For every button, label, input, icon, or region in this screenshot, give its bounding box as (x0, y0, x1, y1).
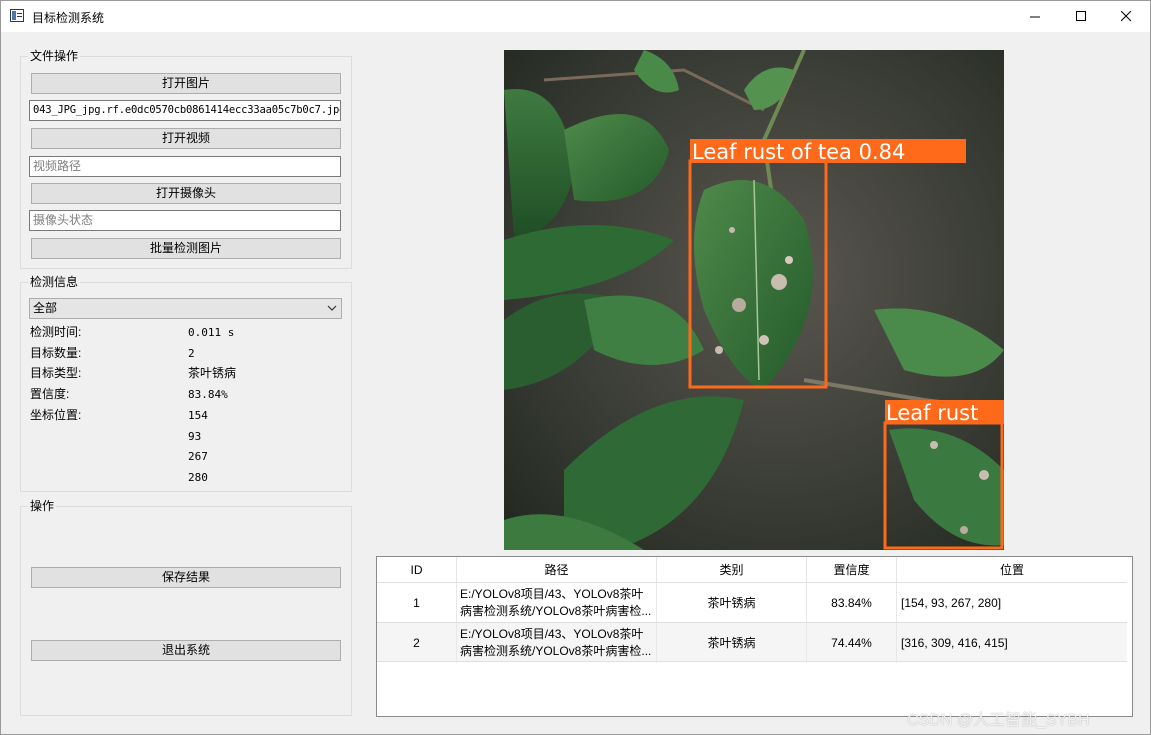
app-icon (10, 9, 24, 22)
col-header-id[interactable]: ID (377, 557, 457, 583)
ymax-value: 280 (188, 471, 208, 484)
detection-image-canvas: Leaf rust of tea 0.84 Leaf rust (504, 50, 1004, 550)
col-header-path[interactable]: 路径 (457, 557, 657, 583)
position-label: 坐标位置: (30, 408, 82, 422)
cell-confidence: 74.44% (807, 623, 897, 663)
detection-image: Leaf rust of tea 0.84 Leaf rust (504, 50, 1004, 550)
type-value: 茶叶锈病 (188, 366, 237, 380)
cell-path-line2: 病害检测系统/YOLOv8茶叶病害检... (460, 644, 652, 658)
table-row[interactable]: 1 E:/YOLOv8项目/43、YOLOv8茶叶 病害检测系统/YOLOv8茶… (377, 582, 1127, 623)
open-image-button[interactable]: 打开图片 (31, 73, 341, 94)
results-table[interactable]: ID 路径 类别 置信度 位置 1 E:/YOLOv8项目/43、YOLOv8茶… (376, 556, 1133, 717)
camera-status-field[interactable]: 摄像头状态 (29, 210, 341, 231)
cell-position: [154, 93, 267, 280] (901, 596, 1002, 610)
col-header-category[interactable]: 类别 (657, 557, 807, 583)
cell-path-line1: E:/YOLOv8项目/43、YOLOv8茶叶 (460, 627, 644, 641)
table-row[interactable]: 2 E:/YOLOv8项目/43、YOLOv8茶叶 病害检测系统/YOLOv8茶… (377, 622, 1127, 663)
video-path-field[interactable]: 视频路径 (29, 156, 341, 177)
cell-category: 茶叶锈病 (657, 623, 807, 663)
target-select-value: 全部 (33, 301, 58, 315)
cell-position: [316, 309, 416, 415] (901, 636, 1008, 650)
target-select[interactable]: 全部 (29, 298, 342, 319)
minimize-button[interactable] (1013, 1, 1059, 32)
type-label: 目标类型: (30, 366, 82, 380)
watermark: CSDN @人工智能_SYBH (907, 712, 1090, 729)
ymin-value: 93 (188, 430, 202, 443)
window-title: 目标检测系统 (32, 11, 105, 25)
col-header-confidence[interactable]: 置信度 (807, 557, 897, 583)
maximize-icon (1076, 11, 1086, 21)
batch-detect-button[interactable]: 批量检测图片 (31, 238, 341, 259)
chevron-down-icon (327, 305, 337, 311)
bbox-2-label: Leaf rust (886, 401, 978, 425)
exit-system-button[interactable]: 退出系统 (31, 640, 341, 661)
image-path-field[interactable]: 043_JPG_jpg.rf.e0dc0570cb0861414ecc33aa0… (29, 100, 341, 121)
cell-id: 2 (377, 623, 457, 663)
title-bar: 目标检测系统 (1, 1, 1150, 32)
count-value: 2 (188, 347, 195, 360)
xmin-value: 154 (188, 409, 208, 422)
cell-confidence: 83.84% (807, 583, 897, 623)
time-value: 0.011 s (188, 326, 235, 339)
app-window: 目标检测系统 文件操作 打开图片 043_JPG_jpg.rf.e0dc0570… (0, 0, 1151, 735)
maximize-button[interactable] (1059, 1, 1105, 32)
cell-path: E:/YOLOv8项目/43、YOLOv8茶叶 病害检测系统/YOLOv8茶叶病… (457, 623, 657, 663)
minimize-icon (1030, 16, 1040, 18)
file-ops-title: 文件操作 (28, 49, 81, 63)
open-camera-button[interactable]: 打开摄像头 (31, 183, 341, 204)
operations-group (20, 506, 352, 716)
cell-path-line2: 病害检测系统/YOLOv8茶叶病害检... (460, 604, 652, 618)
count-label: 目标数量: (30, 346, 82, 360)
bbox-1-label: Leaf rust of tea 0.84 (692, 140, 905, 164)
confidence-label: 置信度: (30, 387, 70, 401)
cell-path: E:/YOLOv8项目/43、YOLOv8茶叶 病害检测系统/YOLOv8茶叶病… (457, 583, 657, 623)
xmax-value: 267 (188, 450, 208, 463)
cell-path-line1: E:/YOLOv8项目/43、YOLOv8茶叶 (460, 587, 644, 601)
cell-id: 1 (377, 583, 457, 623)
close-icon (1121, 11, 1132, 22)
detect-info-title: 检测信息 (28, 275, 81, 289)
time-label: 检测时间: (30, 325, 82, 339)
cell-category: 茶叶锈病 (657, 583, 807, 623)
col-header-position[interactable]: 位置 (897, 557, 1127, 583)
operations-title: 操作 (28, 499, 57, 513)
open-video-button[interactable]: 打开视频 (31, 128, 341, 149)
confidence-value: 83.84% (188, 388, 228, 401)
save-result-button[interactable]: 保存结果 (31, 567, 341, 588)
close-button[interactable] (1104, 1, 1150, 32)
